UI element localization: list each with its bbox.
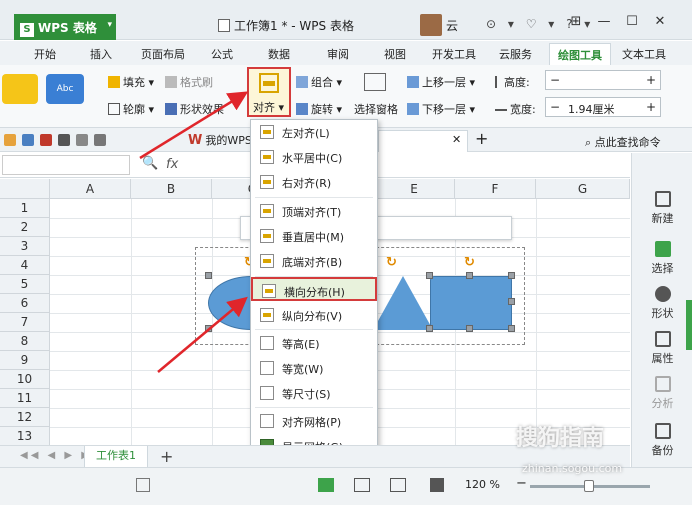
same-size-icon: [260, 386, 274, 400]
same-height-icon: [260, 336, 274, 350]
reading-mode-icon[interactable]: [430, 478, 444, 492]
select-icon: [654, 241, 671, 257]
align-dropdown-menu: 左对齐(L) 水平居中(C) 右对齐(R) 顶端对齐(T) 垂直居中(M) 底端…: [250, 119, 378, 461]
menu-separator: [255, 197, 373, 198]
arrow-to-distribute-item: [157, 296, 248, 373]
status-icon[interactable]: [136, 478, 150, 492]
align-bottom-icon: [260, 254, 274, 268]
menu-item-align-left[interactable]: 左对齐(L): [251, 120, 377, 144]
snap-grid-icon: [260, 414, 274, 428]
sidebar-item-properties[interactable]: 属性: [632, 331, 692, 366]
align-right-icon: [260, 175, 274, 189]
menu-item-align-right[interactable]: 右对齐(R): [251, 170, 377, 194]
arrow-to-align-button: [139, 91, 249, 160]
menu-separator: [255, 329, 373, 330]
align-middle-icon: [260, 229, 274, 243]
watermark-url: zhinan.sogou.com: [522, 462, 623, 475]
zoom-out-button[interactable]: −: [516, 476, 527, 491]
menu-item-align-top[interactable]: 顶端对齐(T): [251, 199, 377, 223]
right-task-pane: 新建 选择 形状 属性 分析 备份: [631, 153, 692, 483]
page-break-view-icon[interactable]: [390, 478, 406, 492]
properties-icon: [654, 331, 671, 347]
new-file-icon: [654, 191, 671, 207]
sheet-tab-active[interactable]: 工作表1: [84, 446, 148, 468]
backup-icon: [654, 423, 671, 439]
page-layout-view-icon[interactable]: [354, 478, 370, 492]
add-sheet-button[interactable]: +: [160, 447, 173, 466]
menu-item-same-size[interactable]: 等尺寸(S): [251, 381, 377, 405]
sidebar-item-shape[interactable]: 形状: [632, 286, 692, 321]
normal-view-icon[interactable]: [318, 478, 334, 492]
sidebar-item-select[interactable]: 选择: [632, 241, 692, 276]
analyze-icon: [654, 376, 671, 392]
menu-item-align-middle[interactable]: 垂直居中(M): [251, 224, 377, 248]
watermark-brand: 搜狗指南: [516, 426, 605, 451]
menu-item-distribute-vertically[interactable]: 纵向分布(V): [251, 303, 377, 327]
align-left-icon: [260, 125, 274, 139]
menu-item-same-height[interactable]: 等高(E): [251, 331, 377, 355]
menu-item-align-bottom[interactable]: 底端对齐(B): [251, 249, 377, 273]
distribute-vertical-icon: [260, 308, 274, 322]
sidebar-item-new[interactable]: 新建: [632, 191, 692, 226]
distribute-horizontal-icon: [262, 284, 276, 298]
align-top-icon: [260, 204, 274, 218]
menu-item-snap-to-grid[interactable]: 对齐网格(P): [251, 409, 377, 433]
align-center-icon: [260, 150, 274, 164]
sidebar-item-backup[interactable]: 备份: [632, 423, 692, 458]
zoom-slider-knob[interactable]: [584, 480, 594, 492]
shape-icon: [654, 286, 671, 302]
menu-item-distribute-horizontally[interactable]: 横向分布(H): [251, 277, 377, 301]
zoom-level[interactable]: 120 %: [465, 478, 500, 491]
menu-separator: [255, 407, 373, 408]
sidebar-item-analyze[interactable]: 分析: [632, 376, 692, 411]
menu-item-same-width[interactable]: 等宽(W): [251, 356, 377, 380]
same-width-icon: [260, 361, 274, 375]
sidebar-collapse-handle[interactable]: [686, 300, 692, 350]
menu-item-align-center[interactable]: 水平居中(C): [251, 145, 377, 169]
